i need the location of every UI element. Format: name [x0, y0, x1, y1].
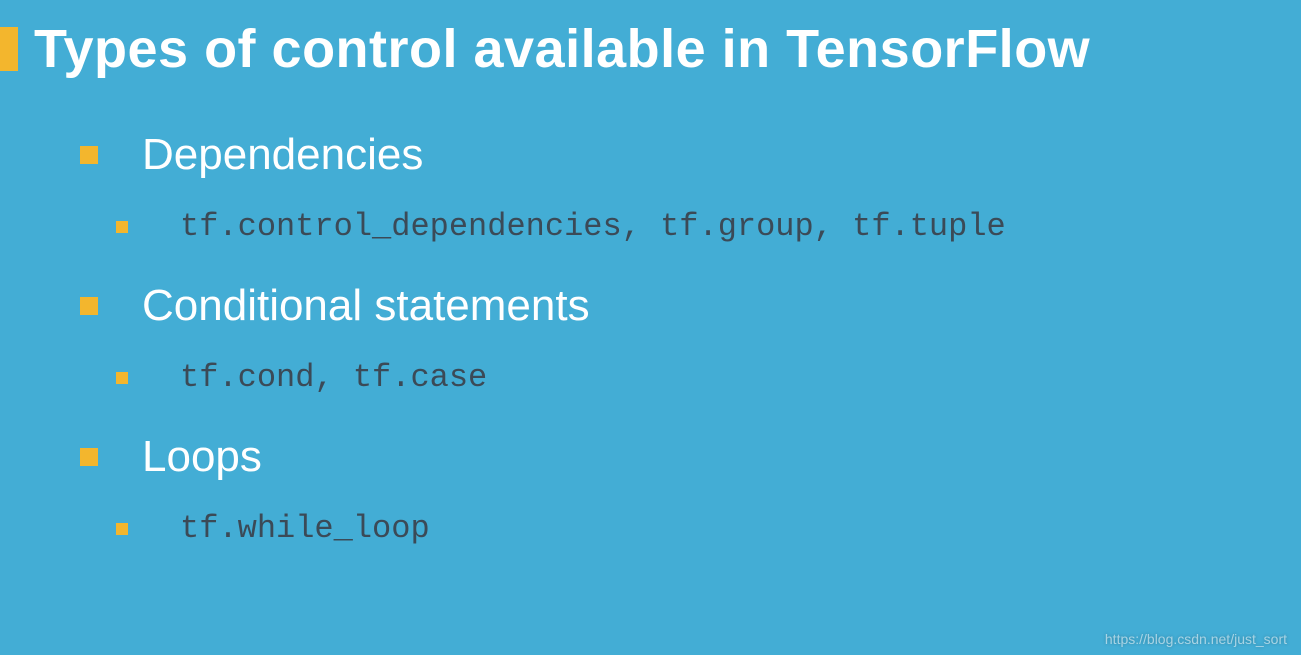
section-heading: Dependencies: [142, 130, 423, 180]
slide-content: Dependencies tf.control_dependencies, tf…: [0, 80, 1301, 547]
heading-row: Loops: [80, 432, 1301, 482]
code-snippet: tf.cond, tf.case: [180, 359, 487, 396]
bullet-square-icon: [80, 146, 98, 164]
sub-item-row: tf.while_loop: [80, 510, 1301, 547]
title-accent-bar: [0, 27, 18, 71]
section-loops: Loops tf.while_loop: [80, 432, 1301, 547]
section-dependencies: Dependencies tf.control_dependencies, tf…: [80, 130, 1301, 245]
slide-title-row: Types of control available in TensorFlow: [0, 0, 1301, 80]
slide-title: Types of control available in TensorFlow: [34, 18, 1090, 80]
bullet-square-small-icon: [116, 221, 128, 233]
sub-item-row: tf.control_dependencies, tf.group, tf.tu…: [80, 208, 1301, 245]
section-conditional: Conditional statements tf.cond, tf.case: [80, 281, 1301, 396]
bullet-square-small-icon: [116, 372, 128, 384]
watermark-text: https://blog.csdn.net/just_sort: [1105, 631, 1287, 647]
section-heading: Conditional statements: [142, 281, 590, 331]
bullet-square-icon: [80, 448, 98, 466]
sub-item-row: tf.cond, tf.case: [80, 359, 1301, 396]
bullet-square-icon: [80, 297, 98, 315]
heading-row: Dependencies: [80, 130, 1301, 180]
heading-row: Conditional statements: [80, 281, 1301, 331]
bullet-square-small-icon: [116, 523, 128, 535]
section-heading: Loops: [142, 432, 262, 482]
code-snippet: tf.while_loop: [180, 510, 430, 547]
code-snippet: tf.control_dependencies, tf.group, tf.tu…: [180, 208, 1006, 245]
